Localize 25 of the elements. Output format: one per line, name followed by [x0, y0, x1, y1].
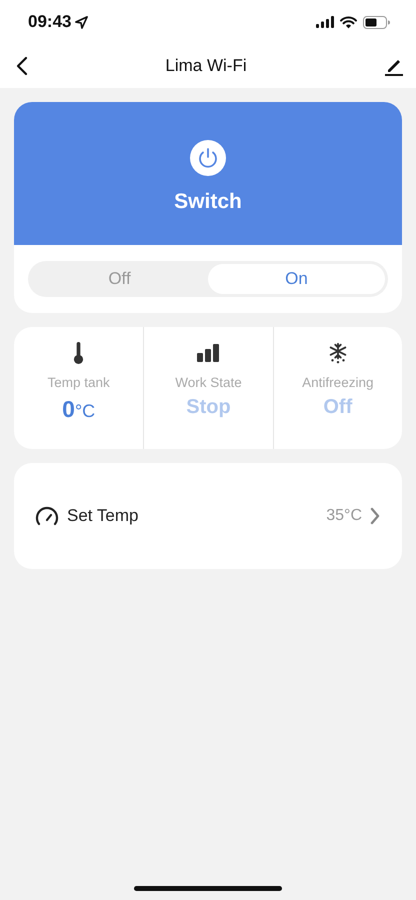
- reading-value: Stop: [186, 396, 231, 419]
- signal-icon: [316, 16, 334, 28]
- chevron-icon[interactable]: [370, 507, 380, 525]
- wifi-icon: [340, 16, 357, 28]
- reading-value: 0: [62, 396, 75, 423]
- reading-value: Off: [323, 396, 352, 419]
- power-label: Switch: [174, 190, 242, 214]
- mode-option[interactable]: Off: [31, 264, 208, 294]
- status-time: 09:43: [28, 12, 72, 32]
- battery-icon: [363, 16, 390, 28]
- location-arrow-icon: [75, 16, 88, 28]
- reading-label: Work State: [175, 375, 242, 390]
- reading-label: Antifreezing: [302, 375, 374, 390]
- reading-unit: °C: [74, 401, 96, 422]
- mode-option[interactable]: On: [208, 264, 385, 294]
- setting-value: 35°C: [326, 507, 362, 525]
- reading-label: Temp tank: [48, 375, 110, 390]
- snowflake-icon: [326, 341, 349, 365]
- bar-chart-icon: [197, 341, 220, 365]
- gauge-icon: [35, 506, 59, 526]
- back-icon[interactable]: [16, 56, 28, 76]
- power-icon[interactable]: [190, 140, 226, 176]
- setting-label[interactable]: Set Temp: [67, 506, 326, 526]
- thermometer-icon: [73, 341, 84, 365]
- screen-title: Lima Wi-Fi: [165, 56, 247, 76]
